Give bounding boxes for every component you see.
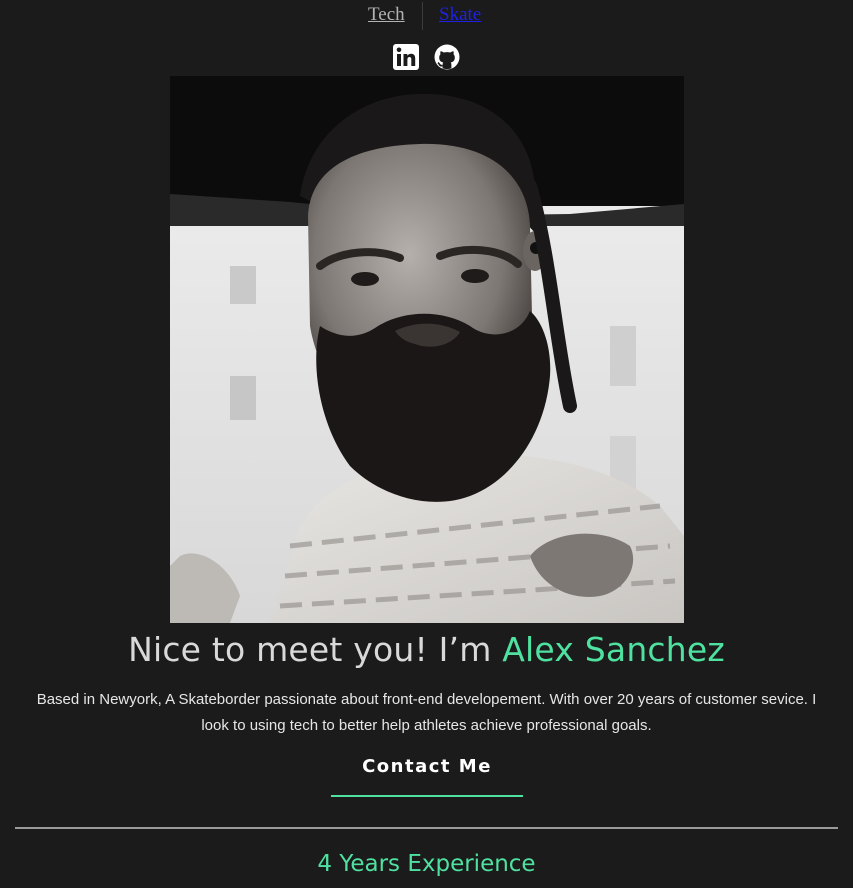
nav-divider (422, 2, 423, 30)
hero-headline: Nice to meet you! I’m Alex Sanchez (0, 630, 853, 669)
experience-heading: 4 Years Experience (317, 851, 536, 877)
profile-photo-illustration (170, 76, 684, 623)
section-divider (15, 827, 838, 829)
linkedin-icon[interactable] (393, 44, 419, 70)
social-links (0, 44, 853, 72)
nav-link-skate[interactable]: Skate (439, 4, 481, 26)
hero-name: Alex Sanchez (502, 630, 725, 669)
top-nav: Tech Skate (0, 0, 853, 32)
hero-bio: Based in Newyork, A Skateborder passiona… (36, 691, 817, 734)
hero-greeting: Nice to meet you! I’m (128, 630, 503, 669)
contact-me-button[interactable]: Contact Me (331, 755, 523, 797)
github-icon[interactable] (434, 44, 460, 70)
nav-link-tech[interactable]: Tech (368, 4, 405, 26)
profile-photo (170, 76, 684, 623)
